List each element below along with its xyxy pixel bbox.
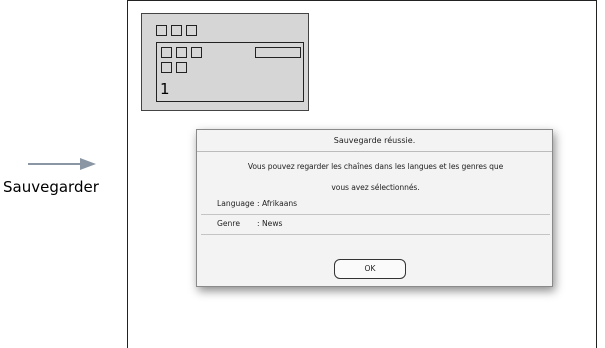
dialog-title: Sauvegarde réussie. — [197, 130, 552, 152]
preview-square — [186, 25, 197, 36]
language-value: : Afrikaans — [257, 199, 298, 208]
language-row: Language: Afrikaans — [217, 199, 297, 208]
preview-square — [161, 47, 172, 58]
dialog-message: Vous pouvez regarder les chaînes dans le… — [201, 156, 550, 198]
preview-square — [176, 62, 187, 73]
preview-square — [171, 25, 182, 36]
language-label: Language — [217, 199, 255, 208]
preview-square — [161, 62, 172, 73]
divider — [201, 214, 550, 215]
preview-square — [176, 47, 187, 58]
dialog-message-line-1: Vous pouvez regarder les chaînes dans le… — [247, 162, 504, 171]
divider — [201, 234, 550, 235]
preview-square — [156, 25, 167, 36]
preview-bar — [255, 47, 301, 58]
preview-square — [191, 47, 202, 58]
dialog-message-line-2: vous avez sélectionnés. — [331, 183, 420, 192]
save-success-dialog: Sauvegarde réussie. Vous pouvez regarder… — [196, 129, 553, 287]
preview-info-box: 1 — [156, 42, 304, 102]
preview-channel-number: 1 — [160, 80, 170, 98]
genre-row: Genre : News — [217, 219, 283, 228]
step-caption: Sauvegarder — [3, 178, 99, 196]
ok-button[interactable]: OK — [334, 259, 406, 279]
screen-preview-thumbnail: 1 — [141, 13, 309, 111]
genre-value: : News — [257, 219, 283, 228]
genre-label: Genre — [217, 219, 240, 228]
right-arrow-icon — [28, 158, 96, 170]
